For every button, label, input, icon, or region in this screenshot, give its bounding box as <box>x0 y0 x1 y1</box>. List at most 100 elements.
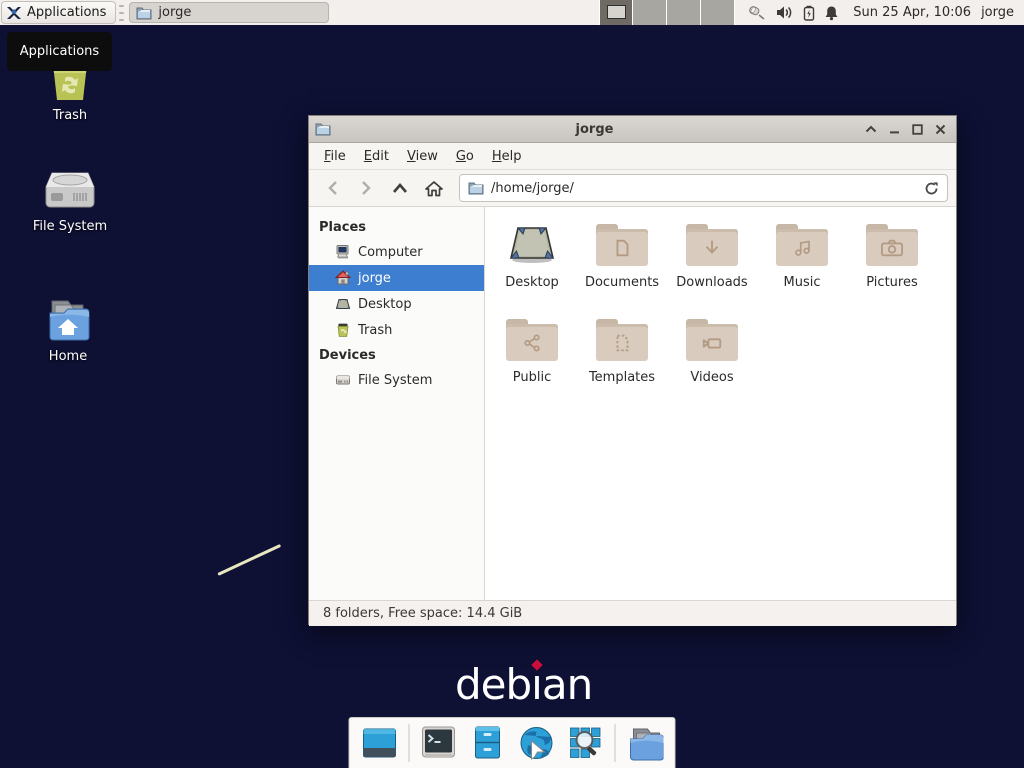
battery-icon[interactable] <box>803 5 815 21</box>
file-item-label: Downloads <box>676 275 747 290</box>
file-item-templates[interactable]: Templates <box>577 315 667 403</box>
web-browser-launcher[interactable] <box>517 723 557 763</box>
location-path[interactable]: /home/jorge/ <box>491 181 917 196</box>
window-title: jorge <box>331 122 858 137</box>
window-body: Places Computer jorge <box>309 207 956 600</box>
minimize-button[interactable] <box>884 119 904 139</box>
window-titlebar[interactable]: jorge <box>309 116 956 143</box>
sidebar-item-label: Trash <box>358 323 392 338</box>
back-icon <box>327 180 338 196</box>
file-item-label: Videos <box>690 370 733 385</box>
desktop-icon-label: Trash <box>53 108 87 123</box>
close-icon <box>935 124 946 135</box>
desktop-icon <box>335 296 351 312</box>
terminal-icon <box>421 726 457 760</box>
file-item-downloads[interactable]: Downloads <box>667 220 757 308</box>
location-bar[interactable]: /home/jorge/ <box>459 174 948 202</box>
music-folder-icon <box>776 224 828 266</box>
taskbar-window-button[interactable]: jorge <box>129 2 329 23</box>
sidebar-item-desktop[interactable]: Desktop <box>309 291 484 317</box>
forward-button[interactable] <box>351 174 381 202</box>
tasklist-grip-handle[interactable] <box>119 5 126 21</box>
applications-tooltip: Applications <box>7 32 112 71</box>
window-menubar: File Edit View Go Help <box>309 143 956 169</box>
desktop-icon-home[interactable]: Home <box>13 297 123 364</box>
menu-view[interactable]: View <box>398 145 447 168</box>
file-icon-grid: Desktop Documents Downloads <box>485 207 956 403</box>
workspace-4[interactable] <box>701 0 735 25</box>
workspace-3[interactable] <box>667 0 701 25</box>
shade-button[interactable] <box>861 119 881 139</box>
maximize-icon <box>912 124 923 135</box>
app-finder-icon <box>568 725 604 761</box>
home-button[interactable] <box>419 174 449 202</box>
sidebar-item-label: jorge <box>358 271 391 286</box>
trash-icon <box>335 322 351 338</box>
forward-icon <box>361 180 372 196</box>
up-icon <box>392 183 408 194</box>
sidebar-item-trash[interactable]: Trash <box>309 317 484 343</box>
window-toolbar: /home/jorge/ <box>309 169 956 207</box>
drive-icon <box>335 372 351 388</box>
file-item-videos[interactable]: Videos <box>667 315 757 403</box>
file-view[interactable]: Desktop Documents Downloads <box>485 207 956 600</box>
file-item-pictures[interactable]: Pictures <box>847 220 937 308</box>
panel-username: jorge <box>981 5 1014 20</box>
show-desktop-button[interactable] <box>360 723 400 763</box>
close-button[interactable] <box>930 119 950 139</box>
file-item-public[interactable]: Public <box>487 315 577 403</box>
file-cabinet-icon <box>472 725 504 761</box>
web-browser-icon <box>519 725 555 761</box>
dock-separator <box>409 724 410 762</box>
top-panel: Applications jorge <box>0 0 1024 25</box>
panel-clock[interactable]: Sun 25 Apr, 10:06 <box>853 5 971 20</box>
application-finder-launcher[interactable] <box>566 723 606 763</box>
file-item-music[interactable]: Music <box>757 220 847 308</box>
sidebar: Places Computer jorge <box>309 207 485 600</box>
sidebar-item-filesystem[interactable]: File System <box>309 367 484 393</box>
menu-help[interactable]: Help <box>483 145 531 168</box>
sidebar-header-places: Places <box>309 215 484 239</box>
menu-go[interactable]: Go <box>447 145 483 168</box>
desktop-folder-icon <box>506 220 558 266</box>
maximize-button[interactable] <box>907 119 927 139</box>
terminal-launcher[interactable] <box>419 723 459 763</box>
applications-menu-label: Applications <box>27 5 106 20</box>
file-manager-launcher[interactable] <box>468 723 508 763</box>
file-item-label: Music <box>784 275 821 290</box>
desktop-icon-label: Home <box>49 349 87 364</box>
menu-file[interactable]: File <box>315 145 355 168</box>
volume-icon[interactable] <box>776 5 794 20</box>
applications-menu-button[interactable]: Applications <box>1 1 116 24</box>
window-statusbar: 8 folders, Free space: 14.4 GiB <box>309 600 956 626</box>
sidebar-item-jorge[interactable]: jorge <box>309 265 484 291</box>
workspace-pager <box>599 0 735 25</box>
notification-bell-icon[interactable] <box>824 5 839 21</box>
file-item-label: Desktop <box>505 275 559 290</box>
videos-folder-icon <box>686 319 738 361</box>
file-item-documents[interactable]: Documents <box>577 220 667 308</box>
sidebar-header-devices: Devices <box>309 343 484 367</box>
file-item-label: Pictures <box>866 275 917 290</box>
file-item-desktop[interactable]: Desktop <box>487 220 577 308</box>
workspace-2[interactable] <box>633 0 667 25</box>
directory-menu-launcher[interactable] <box>625 723 665 763</box>
show-desktop-icon <box>362 727 398 759</box>
up-button[interactable] <box>385 174 415 202</box>
reload-icon[interactable] <box>924 181 939 196</box>
home-folder-icon <box>42 297 94 343</box>
taskbar-window-label: jorge <box>158 5 191 20</box>
downloads-folder-icon <box>686 224 738 266</box>
shade-icon <box>865 125 877 133</box>
workspace-1[interactable] <box>599 0 633 25</box>
documents-folder-icon <box>596 224 648 266</box>
input-device-icon[interactable] <box>747 5 767 21</box>
sidebar-item-computer[interactable]: Computer <box>309 239 484 265</box>
menu-edit[interactable]: Edit <box>355 145 398 168</box>
templates-folder-icon <box>596 319 648 361</box>
sidebar-item-label: Computer <box>358 245 423 260</box>
desktop-icon-filesystem[interactable]: File System <box>15 167 125 234</box>
directory-folder-icon <box>626 725 664 761</box>
back-button[interactable] <box>317 174 347 202</box>
computer-icon <box>335 244 351 260</box>
